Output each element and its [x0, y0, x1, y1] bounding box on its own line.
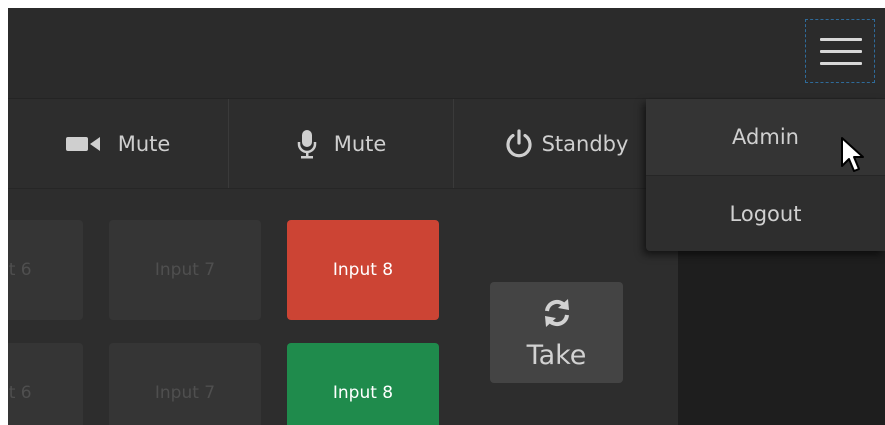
mouse-cursor-icon	[840, 136, 866, 178]
hamburger-line	[820, 50, 862, 53]
tile-label: Input 6	[8, 383, 32, 403]
input-6-row1-button[interactable]: Input 6	[8, 220, 83, 320]
menu-item-label: Logout	[729, 202, 802, 226]
input-8-row2-button[interactable]: Input 8	[287, 343, 439, 425]
input-6-row2-button[interactable]: Input 6	[8, 343, 83, 425]
hamburger-line	[820, 38, 862, 41]
input-8-row1-button[interactable]: Input 8	[287, 220, 439, 320]
tile-label: Input 8	[332, 383, 394, 403]
audio-mute-button[interactable]: Mute	[229, 99, 453, 188]
hamburger-menu-icon[interactable]	[805, 19, 875, 83]
refresh-icon	[539, 295, 575, 338]
power-icon	[504, 128, 534, 159]
menu-item-logout[interactable]: Logout	[646, 175, 885, 252]
standby-button[interactable]: Standby	[454, 99, 678, 188]
video-mute-label: Mute	[117, 131, 171, 156]
microphone-icon	[296, 129, 318, 159]
hamburger-line	[820, 62, 862, 65]
audio-mute-label: Mute	[333, 131, 387, 156]
tile-label: Input 8	[332, 260, 394, 280]
menu-item-label: Admin	[732, 125, 799, 149]
input-7-row1-button[interactable]: Input 7	[109, 220, 261, 320]
control-bar: Mute Mute Standby	[8, 99, 678, 189]
video-camera-icon	[65, 136, 102, 152]
tile-label: Input 7	[154, 260, 216, 280]
input-7-row2-button[interactable]: Input 7	[109, 343, 261, 425]
take-label: Take	[526, 339, 587, 371]
top-bar	[8, 8, 885, 99]
app-frame: Mute Mute Standby t 6 Input 7 Input 8 t …	[8, 8, 885, 425]
tile-label: Input 7	[154, 383, 216, 403]
take-button[interactable]: Take	[490, 282, 623, 383]
standby-label: Standby	[541, 131, 629, 156]
video-mute-button[interactable]: Mute	[8, 99, 228, 188]
tile-label: Input 6	[8, 260, 32, 280]
